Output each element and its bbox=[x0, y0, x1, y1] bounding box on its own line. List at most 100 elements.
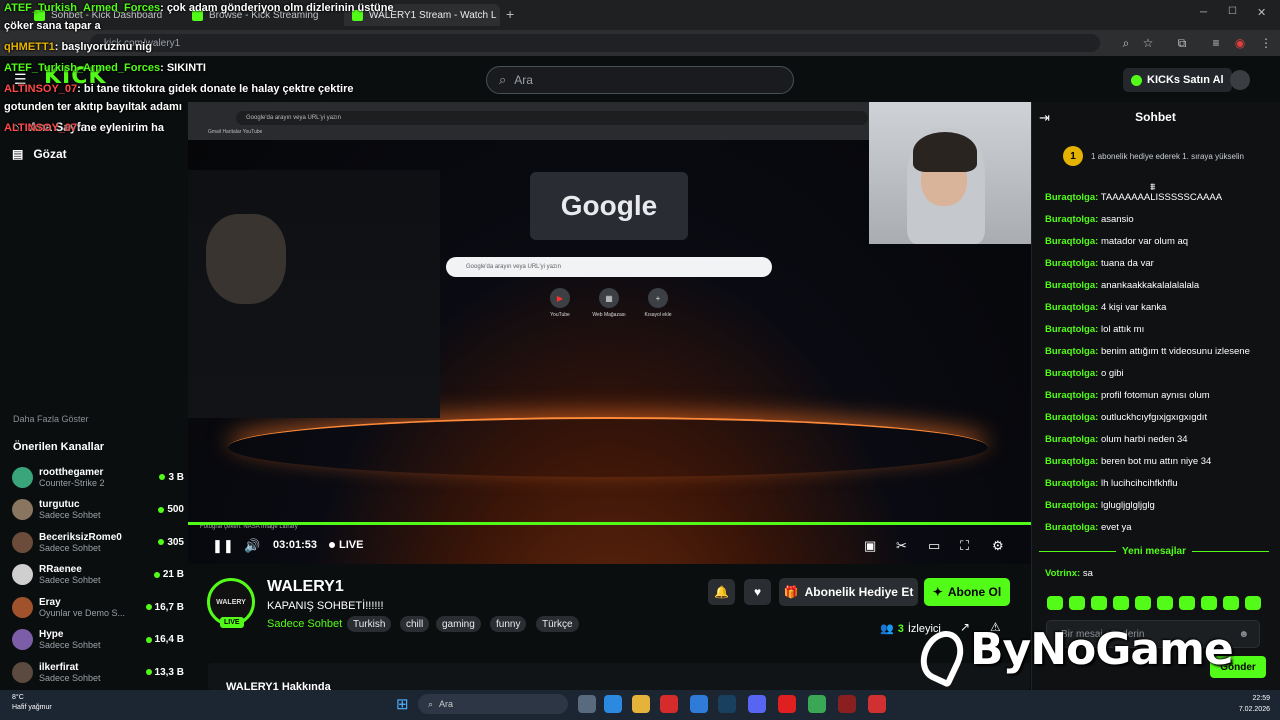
address-bar[interactable]: kick.com/walery1 bbox=[90, 34, 1100, 52]
channel-category: Oyunlar ve Demo S... bbox=[39, 607, 126, 618]
show-more-link[interactable]: Daha Fazla Göster bbox=[13, 414, 89, 424]
channel-name: Eray bbox=[39, 596, 61, 608]
notification-bell-button[interactable]: 🔔 bbox=[708, 579, 735, 605]
windows-start-icon[interactable]: ⊞ bbox=[396, 695, 409, 713]
tag[interactable]: Türkçe bbox=[536, 616, 579, 632]
emote-icon[interactable] bbox=[1047, 596, 1063, 610]
progress-bar[interactable] bbox=[188, 522, 1031, 525]
close-window-icon[interactable]: ✕ bbox=[1257, 6, 1266, 19]
miniplayer-icon[interactable]: ▭ bbox=[928, 538, 940, 554]
tag[interactable]: funny bbox=[490, 616, 527, 632]
chat-username[interactable]: Buraqtolga: bbox=[1045, 456, 1098, 467]
viewer-count: 3 B bbox=[159, 472, 184, 483]
shortcut-youtube: ▶ YouTube bbox=[535, 288, 585, 318]
emote-icon[interactable] bbox=[1201, 596, 1217, 610]
stream-category[interactable]: Sadece Sohbet bbox=[267, 618, 342, 630]
video-player[interactable]: Google'da arayın veya URL'yi yazın Gmail… bbox=[188, 102, 1031, 564]
search-input[interactable]: ⌕ Ara bbox=[486, 66, 794, 94]
recommended-channel[interactable]: Eray Oyunlar ve Demo S... 16,7 B bbox=[12, 592, 184, 622]
chat-username[interactable]: Buraqtolga: bbox=[1045, 368, 1098, 379]
emote-icon[interactable] bbox=[1157, 596, 1173, 610]
theater-mode-icon[interactable]: ▣ bbox=[864, 538, 876, 554]
chat-username[interactable]: Buraqtolga: bbox=[1045, 258, 1098, 269]
recommended-channel[interactable]: turgutuc Sadece Sohbet 500 bbox=[12, 495, 184, 525]
extensions-icon[interactable]: ⧉ bbox=[1172, 33, 1192, 53]
settings-gear-icon[interactable]: ⚙ bbox=[992, 538, 1004, 554]
sidebar-item-browse[interactable]: ▤ Gözat bbox=[12, 147, 67, 161]
new-tab-icon[interactable]: + bbox=[506, 6, 514, 22]
user-avatar[interactable] bbox=[1230, 70, 1250, 90]
new-messages-divider[interactable]: Yeni mesajlar bbox=[1039, 546, 1269, 557]
store-icon[interactable] bbox=[690, 695, 708, 713]
youtube-icon[interactable] bbox=[778, 695, 796, 713]
edge-icon[interactable] bbox=[604, 695, 622, 713]
emote-icon[interactable] bbox=[1069, 596, 1085, 610]
media-icon[interactable]: ≡ bbox=[1206, 33, 1226, 53]
chat-username[interactable]: Buraqtolga: bbox=[1045, 434, 1098, 445]
taskbar-search[interactable]: ⌕ Ara bbox=[418, 694, 568, 714]
overlay-chat-message: ALTINSOY_07: ne eylenirim ha bbox=[4, 122, 164, 134]
emote-icon[interactable] bbox=[1135, 596, 1151, 610]
recommended-channel[interactable]: BeceriksizRome0 Sadece Sohbet 305 bbox=[12, 527, 184, 557]
chat-username[interactable]: Buraqtolga: bbox=[1045, 346, 1098, 357]
emote-icon[interactable] bbox=[1091, 596, 1107, 610]
share-icon[interactable]: ↗ bbox=[960, 620, 970, 634]
volume-icon[interactable]: 🔊 bbox=[244, 538, 260, 554]
subscribe-button[interactable]: ✦ Abone Ol bbox=[924, 578, 1010, 606]
weather-widget[interactable]: 8°C Hafif yağmur bbox=[12, 693, 52, 713]
chat-username[interactable]: Buraqtolga: bbox=[1045, 522, 1098, 533]
chat-username[interactable]: Buraqtolga: bbox=[1045, 324, 1098, 335]
recommended-channel[interactable]: rootthegamer Counter-Strike 2 3 B bbox=[12, 462, 184, 492]
channel-name[interactable]: WALERY1 bbox=[267, 578, 344, 596]
media-player-icon[interactable] bbox=[660, 695, 678, 713]
browser-menu-icon[interactable]: ⋮ bbox=[1256, 33, 1276, 53]
chat-username[interactable]: Buraqtolga: bbox=[1045, 500, 1098, 511]
tag[interactable]: chill bbox=[400, 616, 430, 632]
follow-heart-button[interactable]: ♥ bbox=[744, 579, 771, 605]
emote-icon[interactable] bbox=[1179, 596, 1195, 610]
chat-message: Buraqtolga: lol attık mı bbox=[1045, 324, 1144, 335]
chrome-icon[interactable] bbox=[808, 695, 826, 713]
channel-name: ilkerfirat bbox=[39, 661, 79, 673]
zoom-icon[interactable]: ⌕ bbox=[1116, 33, 1136, 53]
discord-icon[interactable] bbox=[748, 695, 766, 713]
fullscreen-icon[interactable]: ⛶ bbox=[960, 538, 969, 554]
pause-icon[interactable]: ❚❚ bbox=[212, 538, 234, 554]
emote-icon[interactable] bbox=[1245, 596, 1261, 610]
chat-text: o gibi bbox=[1098, 368, 1124, 379]
chat-text: tuana da var bbox=[1098, 258, 1154, 269]
tag[interactable]: gaming bbox=[436, 616, 481, 632]
chat-username[interactable]: Buraqtolga: bbox=[1045, 236, 1098, 247]
gift-subscription-button[interactable]: 🎁 Abonelik Hediye Et bbox=[779, 578, 918, 606]
chat-username[interactable]: Buraqtolga: bbox=[1045, 390, 1098, 401]
recommended-channel[interactable]: RRaenee Sadece Sohbet 21 B bbox=[12, 560, 184, 590]
chat-username[interactable]: Buraqtolga: bbox=[1045, 478, 1098, 489]
minimize-icon[interactable]: ─ bbox=[1200, 7, 1207, 18]
maximize-icon[interactable]: ☐ bbox=[1228, 6, 1237, 17]
opera-icon[interactable] bbox=[868, 695, 886, 713]
clock[interactable]: 22:59 7.02.2026 bbox=[1222, 693, 1270, 715]
chat-username[interactable]: Buraqtolga: bbox=[1045, 192, 1098, 203]
buy-kicks-button[interactable]: KICKs Satın Al bbox=[1123, 68, 1232, 92]
chat-username[interactable]: Buraqtolga: bbox=[1045, 214, 1098, 225]
bookmark-star-icon[interactable]: ☆ bbox=[1138, 33, 1158, 53]
channel-category: Sadece Sohbet bbox=[39, 510, 101, 520]
task-view-icon[interactable] bbox=[578, 695, 596, 713]
chat-username[interactable]: Buraqtolga: bbox=[1045, 412, 1098, 423]
file-explorer-icon[interactable] bbox=[632, 695, 650, 713]
steam-icon[interactable] bbox=[718, 695, 736, 713]
emoji-icon[interactable]: ☻ bbox=[1238, 629, 1249, 640]
planet-horizon bbox=[228, 417, 988, 477]
chat-username[interactable]: Buraqtolga: bbox=[1045, 280, 1098, 291]
recommended-channel[interactable]: ilkerfirat Sadece Sohbet 13,3 B bbox=[12, 657, 184, 687]
heart-icon: ♥ bbox=[753, 585, 762, 599]
tag[interactable]: Turkish bbox=[347, 616, 392, 632]
emote-icon[interactable] bbox=[1113, 596, 1129, 610]
obs-icon[interactable] bbox=[838, 695, 856, 713]
chat-username[interactable]: Buraqtolga: bbox=[1045, 302, 1098, 313]
profile-icon[interactable]: ◉ bbox=[1230, 33, 1250, 53]
recommended-channel[interactable]: Hype Sadece Sohbet 16,4 B bbox=[12, 625, 184, 655]
emote-icon[interactable] bbox=[1223, 596, 1239, 610]
channel-name: RRaenee bbox=[39, 564, 82, 575]
clip-icon[interactable]: ✂ bbox=[896, 538, 907, 554]
